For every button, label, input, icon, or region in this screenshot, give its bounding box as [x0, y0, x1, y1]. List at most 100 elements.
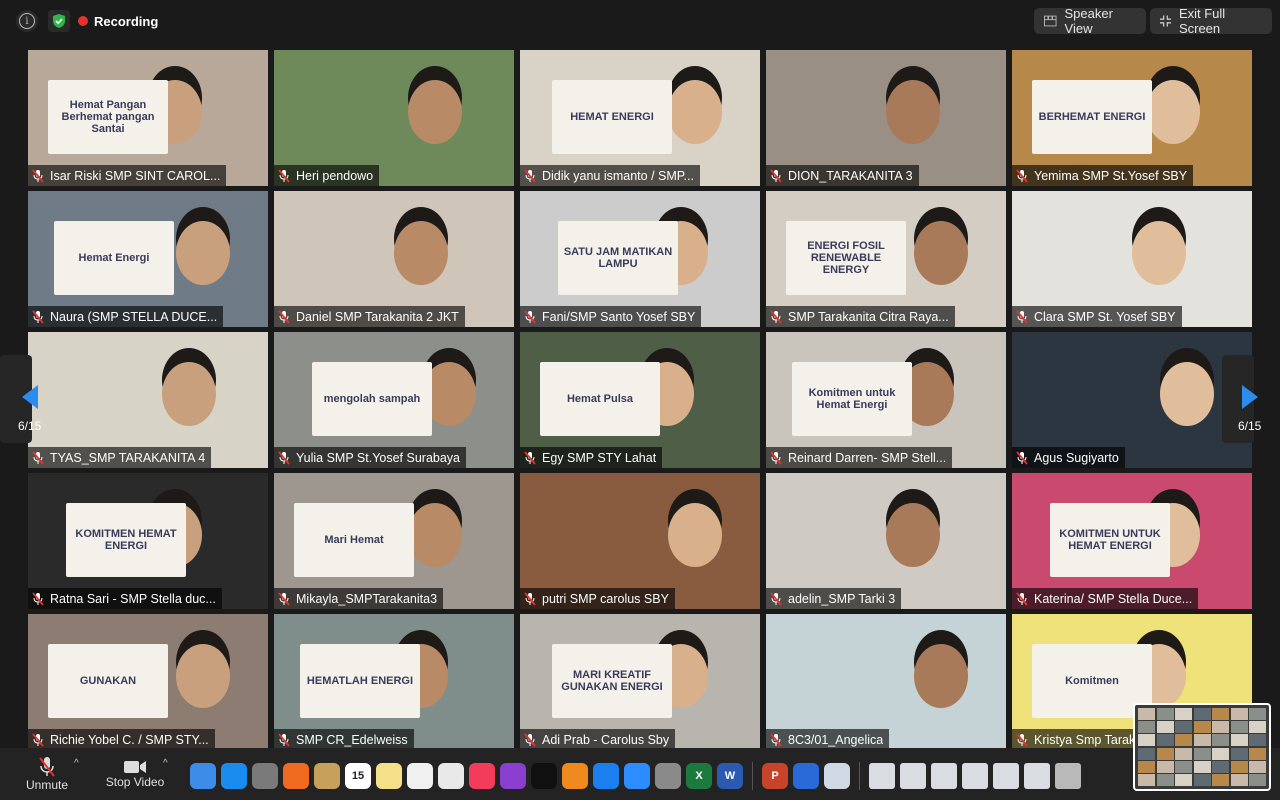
- stop-video-button[interactable]: Stop Video: [100, 748, 170, 800]
- system-preferences-icon[interactable]: [655, 763, 681, 789]
- audio-options-caret-icon[interactable]: ^: [74, 758, 79, 769]
- participant-tile[interactable]: ENERGI FOSIL RENEWABLE ENERGY SMP Tarakan…: [766, 191, 1006, 327]
- thumbnail-cell: [1175, 774, 1192, 786]
- thumbnail-cell: [1249, 774, 1266, 786]
- participant-name: adelin_SMP Tarki 3: [788, 591, 896, 606]
- exit-full-screen-button[interactable]: Exit Full Screen: [1150, 6, 1272, 36]
- participant-tile[interactable]: Hemat Pangan Berhemat pangan Santai Isar …: [28, 50, 268, 186]
- recording-indicator[interactable]: Recording: [78, 9, 158, 33]
- participant-tile[interactable]: KOMITMEN HEMAT ENERGI Ratna Sari - SMP St…: [28, 473, 268, 609]
- meeting-info-icon[interactable]: i: [16, 10, 38, 32]
- window-thumbnail[interactable]: [1024, 763, 1050, 789]
- previous-page-button[interactable]: 6/15: [0, 355, 41, 443]
- speaker-view-button[interactable]: Speaker View: [1034, 6, 1146, 36]
- thumbnail-cell: [1175, 747, 1192, 760]
- participant-name-tag: Heri pendowo: [274, 165, 380, 186]
- tv-icon[interactable]: [531, 763, 557, 789]
- muted-mic-icon: [32, 450, 44, 465]
- muted-mic-icon: [1016, 168, 1028, 183]
- handheld-sign: KOMITMEN UNTUK HEMAT ENERGI: [1050, 503, 1170, 577]
- browser-icon[interactable]: [793, 763, 819, 789]
- participant-figure: [914, 221, 968, 285]
- participant-tile[interactable]: putri SMP carolus SBY: [520, 473, 760, 609]
- participant-tile[interactable]: Agus Sugiyarto: [1012, 332, 1252, 468]
- participant-name-tag: Katerina/ SMP Stella Duce...: [1012, 588, 1199, 609]
- participant-tile[interactable]: HEMATLAH ENERGI SMP CR_Edelweiss: [274, 614, 514, 750]
- participant-name: Heri pendowo: [296, 168, 374, 183]
- participant-tile[interactable]: TYAS_SMP TARAKANITA 4: [28, 332, 268, 468]
- participant-tile[interactable]: adelin_SMP Tarki 3: [766, 473, 1006, 609]
- zoom-icon[interactable]: [624, 763, 650, 789]
- participant-tile[interactable]: Heri pendowo: [274, 50, 514, 186]
- window-thumbnail[interactable]: [869, 763, 895, 789]
- handheld-sign: BERHEMAT ENERGI: [1032, 80, 1152, 154]
- participant-tile[interactable]: SATU JAM MATIKAN LAMPU Fani/SMP Santo Yos…: [520, 191, 760, 327]
- window-thumbnail[interactable]: [993, 763, 1019, 789]
- safari-icon[interactable]: [221, 763, 247, 789]
- muted-mic-icon: [770, 591, 782, 606]
- participant-tile[interactable]: HEMAT ENERGI Didik yanu ismanto / SMP...: [520, 50, 760, 186]
- participant-tile[interactable]: Mari Hemat Mikayla_SMPTarakanita3: [274, 473, 514, 609]
- participant-tile[interactable]: Komitmen untuk Hemat Energi Reinard Darre…: [766, 332, 1006, 468]
- thumbnail-cell: [1230, 708, 1248, 720]
- participant-tile[interactable]: Hemat Energi Naura (SMP STELLA DUCE...: [28, 191, 268, 327]
- macos-dock: 15 X W P: [190, 756, 1081, 796]
- muted-mic-icon: [278, 168, 290, 183]
- participant-tile[interactable]: 8C3/01_Angelica: [766, 614, 1006, 750]
- participant-tile[interactable]: BERHEMAT ENERGI Yemima SMP St.Yosef SBY: [1012, 50, 1252, 186]
- muted-mic-icon: [1016, 732, 1028, 747]
- participant-tile[interactable]: KOMITMEN UNTUK HEMAT ENERGI Katerina/ SMP…: [1012, 473, 1252, 609]
- unmute-button[interactable]: Unmute: [22, 748, 72, 800]
- participant-tile[interactable]: GUNAKAN Richie Yobel C. / SMP STY...: [28, 614, 268, 750]
- self-view-thumbnail[interactable]: [1133, 703, 1271, 791]
- launchpad-icon[interactable]: [252, 763, 278, 789]
- participant-name: Adi Prab - Carolus Sby: [542, 732, 670, 747]
- window-thumbnail[interactable]: [962, 763, 988, 789]
- books-icon[interactable]: [562, 763, 588, 789]
- muted-mic-icon: [32, 309, 44, 324]
- participant-name: Egy SMP STY Lahat: [542, 450, 657, 465]
- page-indicator-right: 6/15: [1238, 419, 1262, 433]
- participant-name-tag: TYAS_SMP TARAKANITA 4: [28, 447, 212, 468]
- firefox-icon[interactable]: [283, 763, 309, 789]
- muted-mic-icon: [278, 450, 290, 465]
- app-store-icon[interactable]: [593, 763, 619, 789]
- participant-figure: [1160, 362, 1214, 426]
- muted-mic-icon: [32, 168, 44, 183]
- speaker-view-icon: [1044, 15, 1057, 27]
- calendar-icon[interactable]: 15: [345, 763, 371, 789]
- reminders-icon[interactable]: [407, 763, 433, 789]
- excel-icon[interactable]: X: [686, 763, 712, 789]
- video-options-caret-icon[interactable]: ^: [163, 758, 168, 769]
- window-thumbnail[interactable]: [900, 763, 926, 789]
- powerpoint-icon[interactable]: P: [762, 763, 788, 789]
- participant-name: Ratna Sari - SMP Stella duc...: [50, 591, 216, 606]
- participant-tile[interactable]: Daniel SMP Tarakanita 2 JKT: [274, 191, 514, 327]
- participant-tile[interactable]: Hemat Pulsa Egy SMP STY Lahat: [520, 332, 760, 468]
- participant-name: Daniel SMP Tarakanita 2 JKT: [296, 309, 459, 324]
- thumbnail-cell: [1156, 708, 1174, 720]
- finder-icon[interactable]: [190, 763, 216, 789]
- window-thumbnail[interactable]: [931, 763, 957, 789]
- trash-icon[interactable]: [1055, 763, 1081, 789]
- video-camera-icon: [124, 761, 146, 773]
- podcasts-icon[interactable]: [500, 763, 526, 789]
- participant-tile[interactable]: mengolah sampah Yulia SMP St.Yosef Suraba…: [274, 332, 514, 468]
- thumbnail-cell: [1156, 734, 1174, 747]
- next-page-button[interactable]: 6/15: [1222, 355, 1261, 443]
- music-icon[interactable]: [469, 763, 495, 789]
- participant-name-tag: Egy SMP STY Lahat: [520, 447, 663, 468]
- security-shield-icon[interactable]: [48, 10, 70, 32]
- notes-icon[interactable]: [376, 763, 402, 789]
- photos-icon[interactable]: [438, 763, 464, 789]
- participant-tile[interactable]: DION_TARAKANITA 3: [766, 50, 1006, 186]
- muted-mic-icon: [524, 450, 536, 465]
- preview-icon[interactable]: [824, 763, 850, 789]
- contacts-icon[interactable]: [314, 763, 340, 789]
- word-icon[interactable]: W: [717, 763, 743, 789]
- participant-tile[interactable]: MARI KREATIF GUNAKAN ENERGI Adi Prab - Ca…: [520, 614, 760, 750]
- participant-tile[interactable]: Clara SMP St. Yosef SBY: [1012, 191, 1252, 327]
- thumbnail-cell: [1249, 747, 1266, 760]
- handheld-sign: GUNAKAN: [48, 644, 168, 718]
- thumbnail-cell: [1193, 721, 1211, 734]
